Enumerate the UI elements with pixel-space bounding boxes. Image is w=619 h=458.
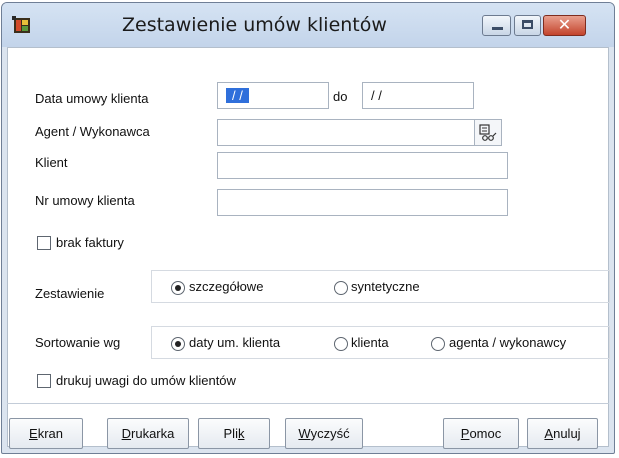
title-bar[interactable]: Zestawienie umów klientów ✕	[2, 3, 614, 47]
minimize-button[interactable]	[482, 15, 511, 36]
maximize-button[interactable]	[514, 15, 541, 36]
date-from-field[interactable]: / /	[217, 82, 329, 109]
maximize-icon	[522, 20, 533, 29]
report-type-detailed-radio[interactable]	[171, 281, 185, 295]
clear-button-hotkey: W	[298, 426, 311, 441]
sort-group: daty um. klienta klienta agenta / wykona…	[151, 326, 610, 359]
report-type-label: Zestawienie	[35, 286, 105, 301]
screen-button-label: kran	[37, 426, 63, 441]
date-to-label: do	[333, 89, 348, 104]
minimize-icon	[492, 27, 503, 30]
agent-lookup-button[interactable]	[474, 119, 502, 146]
report-type-detailed-label: szczegółowe	[189, 279, 264, 294]
report-type-summary-label: syntetyczne	[351, 279, 420, 294]
dialog-body: Data umowy klienta / / do / / Agent / Wy…	[7, 47, 610, 447]
file-button[interactable]: Plik	[198, 418, 270, 449]
cancel-button[interactable]: Anuluj	[527, 418, 598, 449]
screen-button-hotkey: E	[29, 426, 38, 441]
date-to-field[interactable]: / /	[362, 82, 474, 109]
sort-label: Sortowanie wg	[35, 335, 121, 350]
printer-button-label: rukarka	[131, 426, 175, 441]
sort-by-agent-radio[interactable]	[431, 337, 445, 351]
report-type-summary-radio[interactable]	[334, 281, 348, 295]
sort-by-agent-label: agenta / wykonawcy	[449, 335, 567, 350]
cancel-button-hotkey: A	[544, 426, 554, 441]
report-icon	[12, 16, 30, 33]
help-button[interactable]: Pomoc	[443, 418, 519, 449]
client-label: Klient	[35, 155, 68, 170]
close-icon: ✕	[557, 17, 572, 34]
date-from-value: / /	[226, 88, 249, 103]
screen-button[interactable]: Ekran	[9, 418, 83, 449]
help-button-label: omoc	[469, 426, 502, 441]
sort-by-date-label: daty um. klienta	[189, 335, 281, 350]
client-field[interactable]	[217, 152, 508, 179]
no-invoice-checkbox[interactable]	[37, 236, 51, 250]
agent-field[interactable]	[217, 119, 475, 146]
sort-by-client-label: klienta	[351, 335, 389, 350]
dialog-window: Zestawienie umów klientów ✕ Data umowy k…	[1, 2, 615, 454]
print-notes-checkbox[interactable]	[37, 374, 51, 388]
date-label: Data umowy klienta	[35, 91, 149, 106]
contract-number-field[interactable]	[217, 189, 508, 216]
no-invoice-label: brak faktury	[56, 235, 124, 250]
printer-button[interactable]: Drukarka	[107, 418, 189, 449]
close-button[interactable]: ✕	[543, 15, 586, 36]
report-type-group: szczegółowe syntetyczne	[151, 270, 610, 303]
footer-divider	[7, 403, 609, 404]
clear-button-label: yczyść	[310, 426, 350, 441]
contract-number-label: Nr umowy klienta	[35, 193, 135, 208]
printer-button-hotkey: D	[121, 426, 132, 441]
print-notes-label: drukuj uwagi do umów klientów	[56, 373, 236, 388]
file-button-label: Pli	[223, 426, 238, 441]
window-title: Zestawienie umów klientów	[122, 14, 387, 36]
sort-by-client-radio[interactable]	[334, 337, 348, 351]
agent-label: Agent / Wykonawca	[35, 124, 150, 139]
file-button-hotkey: k	[237, 426, 245, 441]
cancel-button-label: nuluj	[553, 426, 581, 441]
lookup-icon	[479, 124, 497, 141]
sort-by-date-radio[interactable]	[171, 337, 185, 351]
clear-button[interactable]: Wyczyść	[285, 418, 363, 449]
